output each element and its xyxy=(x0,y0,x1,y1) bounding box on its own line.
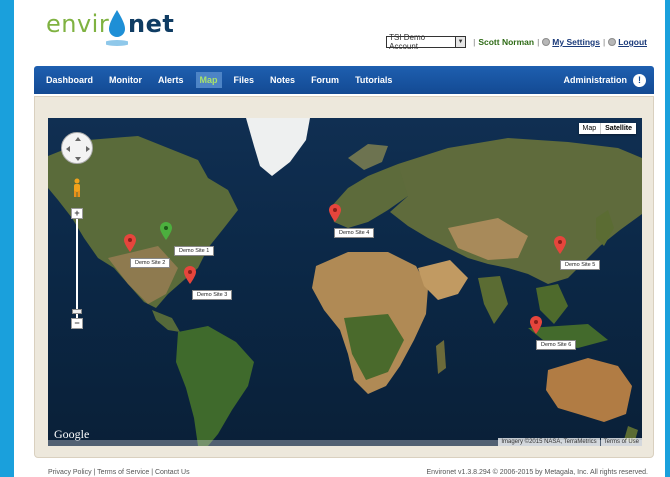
site-label-5[interactable]: Demo Site 5 xyxy=(560,260,601,270)
map-attribution: Imagery ©2015 NASA, TerraMetrics Terms o… xyxy=(498,438,642,446)
account-select-value: TSI Demo Account xyxy=(389,33,426,51)
site-label-6[interactable]: Demo Site 6 xyxy=(536,340,577,350)
chevron-down-icon[interactable]: ▼ xyxy=(455,37,466,47)
user-name: Scott Norman xyxy=(478,37,535,47)
account-bar: TSI Demo Account ▼ | Scott Norman | My S… xyxy=(386,33,647,51)
map-pin-icon[interactable] xyxy=(329,204,341,222)
terms-of-use-link[interactable]: Terms of Use xyxy=(600,438,642,446)
site-label-1[interactable]: Demo Site 1 xyxy=(174,246,215,256)
map-type-toggle: Map Satellite xyxy=(578,123,636,134)
nav-alerts[interactable]: Alerts xyxy=(154,72,188,88)
nav-map[interactable]: Map xyxy=(195,72,222,88)
water-drop-icon xyxy=(106,10,128,46)
separator: | xyxy=(537,37,540,47)
map-pin-icon[interactable] xyxy=(160,222,172,240)
map-pin-icon[interactable] xyxy=(554,236,566,254)
footer-copyright: Environet v1.3.8.294 © 2006-2015 by Meta… xyxy=(426,469,648,476)
map-type-satellite-button[interactable]: Satellite xyxy=(600,123,636,134)
info-icon[interactable]: ! xyxy=(633,73,646,87)
site-label-2[interactable]: Demo Site 2 xyxy=(130,258,171,268)
pan-arrows-icon xyxy=(66,137,90,161)
main-nav: Dashboard Monitor Alerts Map Files Notes… xyxy=(34,66,654,94)
separator: | xyxy=(602,37,606,47)
map-panel: Map Satellite + − Demo Site 1 Demo Site … xyxy=(34,96,654,458)
map-pin-icon[interactable] xyxy=(124,234,136,252)
page: enviro net TSI Demo Account ▼ | Scott No… xyxy=(14,0,665,477)
logo-text-net: net xyxy=(128,10,175,38)
zoom-in-button[interactable]: + xyxy=(71,208,83,219)
account-select[interactable]: TSI Demo Account ▼ xyxy=(386,33,467,51)
footer-links[interactable]: Privacy Policy | Terms of Service | Cont… xyxy=(48,469,190,476)
nav-monitor[interactable]: Monitor xyxy=(105,72,146,88)
map-type-map-button[interactable]: Map xyxy=(578,123,601,134)
world-map[interactable]: Map Satellite + − Demo Site 1 Demo Site … xyxy=(48,118,642,446)
pan-control[interactable] xyxy=(61,132,93,164)
my-settings-link[interactable]: My Settings xyxy=(552,37,600,47)
site-label-3[interactable]: Demo Site 3 xyxy=(192,290,233,300)
zoom-slider-track[interactable] xyxy=(76,219,78,318)
settings-gear-icon xyxy=(542,38,551,46)
nav-administration[interactable]: Administration xyxy=(563,75,627,85)
nav-dashboard[interactable]: Dashboard xyxy=(42,72,97,88)
google-logo: Google xyxy=(54,427,90,441)
map-pin-icon[interactable] xyxy=(184,266,196,284)
logout-icon xyxy=(608,38,617,46)
satellite-imagery xyxy=(48,118,642,446)
zoom-out-button[interactable]: − xyxy=(71,318,83,329)
imagery-credit: Imagery ©2015 NASA, TerraMetrics xyxy=(498,438,600,446)
environet-logo[interactable]: enviro net xyxy=(46,6,186,54)
street-view-pegman-icon[interactable] xyxy=(72,178,82,198)
separator: | xyxy=(473,37,476,47)
nav-files[interactable]: Files xyxy=(230,72,259,88)
footer: Privacy Policy | Terms of Service | Cont… xyxy=(48,469,648,476)
nav-notes[interactable]: Notes xyxy=(266,72,299,88)
site-label-4[interactable]: Demo Site 4 xyxy=(334,228,375,238)
nav-tutorials[interactable]: Tutorials xyxy=(351,72,396,88)
nav-forum[interactable]: Forum xyxy=(307,72,343,88)
logout-link[interactable]: Logout xyxy=(618,37,647,47)
zoom-slider-handle[interactable] xyxy=(72,309,82,314)
map-pin-icon[interactable] xyxy=(530,316,542,334)
